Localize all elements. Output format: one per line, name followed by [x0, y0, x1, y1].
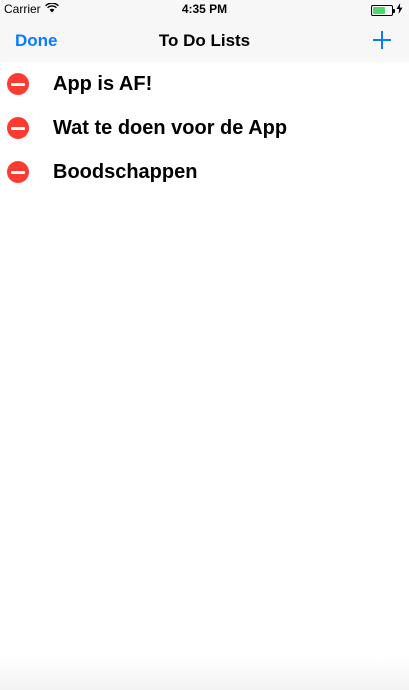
charging-icon	[396, 3, 403, 17]
todo-lists-table: App is AF! Wat te doen voor de App Boods…	[0, 62, 409, 194]
screen: Carrier 4:35 PM Done To Do Lists App is …	[0, 0, 409, 690]
battery-fill	[373, 6, 385, 14]
battery-tip	[393, 8, 395, 13]
battery-icon	[371, 4, 395, 16]
list-item-label: Boodschappen	[53, 161, 198, 183]
status-time: 4:35 PM	[181, 2, 228, 16]
list-item-label: Wat te doen voor de App	[53, 117, 288, 139]
delete-toggle-icon[interactable]	[7, 73, 29, 95]
page-title: To Do Lists	[158, 31, 251, 50]
delete-toggle-icon[interactable]	[7, 161, 29, 183]
delete-toggle-icon[interactable]	[7, 117, 29, 139]
navigation-bar: Done To Do Lists	[0, 20, 409, 62]
list-item[interactable]: Boodschappen	[0, 150, 409, 194]
status-bar: Carrier 4:35 PM	[0, 0, 409, 20]
list-item-label: App is AF!	[53, 73, 153, 95]
list-item[interactable]: Wat te doen voor de App	[0, 106, 409, 150]
list-item[interactable]: App is AF!	[0, 62, 409, 106]
plus-icon	[371, 31, 393, 55]
status-right	[371, 3, 403, 17]
add-list-button[interactable]	[371, 29, 393, 51]
bottom-toolbar-area	[0, 656, 409, 690]
